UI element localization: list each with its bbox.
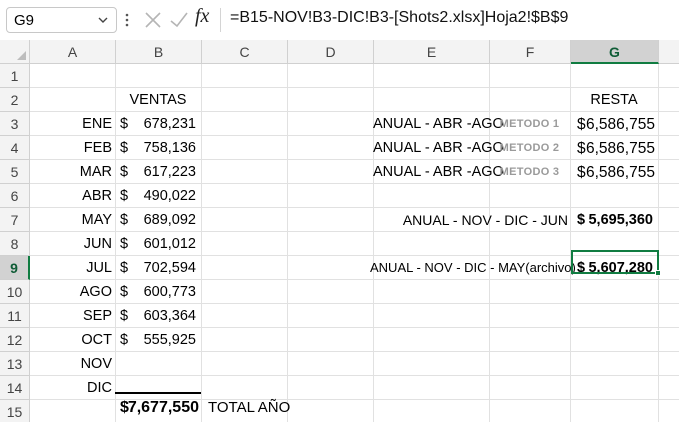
cell-b5-value[interactable]: 617,223 — [126, 165, 196, 180]
cell-g4-currency: $ — [577, 140, 586, 157]
cell-a10-month[interactable]: AGO — [30, 285, 112, 300]
gridline — [30, 183, 679, 184]
cell-a3-month[interactable]: ENE — [30, 117, 112, 132]
cell-a9-month[interactable]: JUL — [30, 261, 112, 276]
column-header-g[interactable]: G — [571, 40, 659, 64]
cell-a12-month[interactable]: OCT — [30, 333, 112, 348]
cell-b9-value[interactable]: 702,594 — [126, 261, 196, 276]
cell-b8-value[interactable]: 601,012 — [126, 237, 196, 252]
insert-function-button[interactable]: fx — [195, 5, 209, 28]
cell-f4-metodo[interactable]: METODO 2 — [489, 143, 570, 154]
column-header-h[interactable] — [659, 40, 679, 64]
cell-b2-ventas[interactable]: VENTAS — [115, 93, 201, 108]
chevron-down-icon[interactable] — [97, 14, 109, 26]
formula-bar-divider — [220, 8, 221, 32]
cell-g3-currency: $ — [577, 116, 586, 133]
select-all-triangle-icon — [17, 51, 26, 60]
gridline — [30, 135, 679, 136]
row-header-6[interactable]: 6 — [0, 184, 30, 208]
cell-e5-label[interactable]: ANUAL - ABR -AGO — [373, 165, 504, 180]
cell-g3-value[interactable]: 6,586,755 — [586, 117, 655, 133]
cell-a5-month[interactable]: MAR — [30, 165, 112, 180]
worksheet: A B C D E F G 1 2 3 4 5 6 7 8 9 10 11 12… — [0, 40, 679, 422]
cell-g2-resta[interactable]: RESTA — [570, 93, 658, 108]
cell-a7-month[interactable]: MAY — [30, 213, 112, 228]
row-header-8[interactable]: 8 — [0, 232, 30, 256]
select-all-button[interactable] — [0, 40, 30, 64]
gridline — [30, 159, 679, 160]
cell-b12-value[interactable]: 555,925 — [126, 333, 196, 348]
cell-b15-top-border — [115, 392, 201, 394]
column-header-a[interactable]: A — [30, 40, 116, 64]
formula-bar: G9 fx =B15-NOV!B3-DIC!B3-[Shots2.xlsx]Ho… — [0, 0, 679, 40]
gridline — [30, 303, 679, 304]
row-header-5[interactable]: 5 — [0, 160, 30, 184]
cell-g4-value[interactable]: 6,586,755 — [586, 141, 655, 157]
cancel-icon[interactable] — [143, 10, 163, 30]
cell-a4-month[interactable]: FEB — [30, 141, 112, 156]
cell-b10-value[interactable]: 600,773 — [126, 285, 196, 300]
cell-f5-metodo[interactable]: METODO 3 — [489, 167, 570, 178]
gridline — [30, 111, 679, 112]
enter-check-icon[interactable] — [169, 10, 189, 30]
cell-e3-label[interactable]: ANUAL - ABR -AGO — [373, 117, 504, 132]
cell-b4-value[interactable]: 758,136 — [126, 141, 196, 156]
name-box[interactable]: G9 — [6, 7, 117, 33]
cell-b3-value[interactable]: 678,231 — [126, 117, 196, 132]
column-header-e[interactable]: E — [374, 40, 490, 64]
row-header-4[interactable]: 4 — [0, 136, 30, 160]
column-header-c[interactable]: C — [202, 40, 288, 64]
row-header-12[interactable]: 12 — [0, 328, 30, 352]
cell-g7-currency: $ — [577, 212, 586, 228]
row-header-2[interactable]: 2 — [0, 88, 30, 112]
row-header-9[interactable]: 9 — [0, 256, 30, 280]
cell-g5-currency: $ — [577, 164, 586, 181]
cell-grid[interactable]: VENTAS RESTA ENE $ 678,231 FEB $ 758,136… — [30, 64, 679, 422]
cell-b11-value[interactable]: 603,364 — [126, 309, 196, 324]
fill-handle[interactable] — [655, 270, 661, 276]
gridline — [30, 87, 679, 88]
gridline — [287, 64, 288, 422]
gridline — [30, 279, 679, 280]
name-box-value: G9 — [14, 12, 35, 29]
row-header-7[interactable]: 7 — [0, 208, 30, 232]
gridline — [30, 351, 679, 352]
row-header-10[interactable]: 10 — [0, 280, 30, 304]
more-options-icon[interactable] — [124, 10, 130, 30]
row-header-11[interactable]: 11 — [0, 304, 30, 328]
row-header-1[interactable]: 1 — [0, 64, 30, 88]
cell-c15-total-label[interactable]: TOTAL AÑO — [208, 400, 290, 415]
cell-e9-label[interactable]: ANUAL - NOV - DIC - MAY(archivo) — [370, 261, 576, 274]
cell-f3-metodo[interactable]: METODO 1 — [489, 119, 570, 130]
gridline — [570, 64, 571, 422]
column-header-d[interactable]: D — [288, 40, 374, 64]
cell-e4-label[interactable]: ANUAL - ABR -AGO — [373, 141, 504, 156]
active-cell-selection[interactable] — [571, 250, 659, 274]
column-header-b[interactable]: B — [116, 40, 202, 64]
cell-a11-month[interactable]: SEP — [30, 309, 112, 324]
cell-e7-label[interactable]: ANUAL - NOV - DIC - JUN — [373, 213, 568, 227]
cell-b15-total[interactable]: 7,677,550 — [126, 400, 199, 416]
gridline — [658, 64, 659, 422]
cell-a13-month[interactable]: NOV — [30, 357, 112, 372]
cell-b6-value[interactable]: 490,022 — [126, 189, 196, 204]
row-header-15[interactable]: 15 — [0, 400, 30, 422]
gridline — [201, 64, 202, 422]
cell-b7-value[interactable]: 689,092 — [126, 213, 196, 228]
row-header-14[interactable]: 14 — [0, 376, 30, 400]
gridline — [30, 231, 679, 232]
cell-a6-month[interactable]: ABR — [30, 189, 112, 204]
formula-input[interactable]: =B15-NOV!B3-DIC!B3-[Shots2.xlsx]Hoja2!$B… — [230, 9, 568, 27]
cell-g7-value[interactable]: 5,695,360 — [586, 213, 653, 228]
gridline — [30, 207, 679, 208]
row-header-3[interactable]: 3 — [0, 112, 30, 136]
row-header-13[interactable]: 13 — [0, 352, 30, 376]
column-header-f[interactable]: F — [490, 40, 571, 64]
gridline — [30, 375, 679, 376]
gridline — [30, 327, 679, 328]
cell-a14-month[interactable]: DIC — [30, 381, 112, 396]
cell-a8-month[interactable]: JUN — [30, 237, 112, 252]
gridline — [115, 64, 116, 422]
cell-g5-value[interactable]: 6,586,755 — [586, 165, 655, 181]
